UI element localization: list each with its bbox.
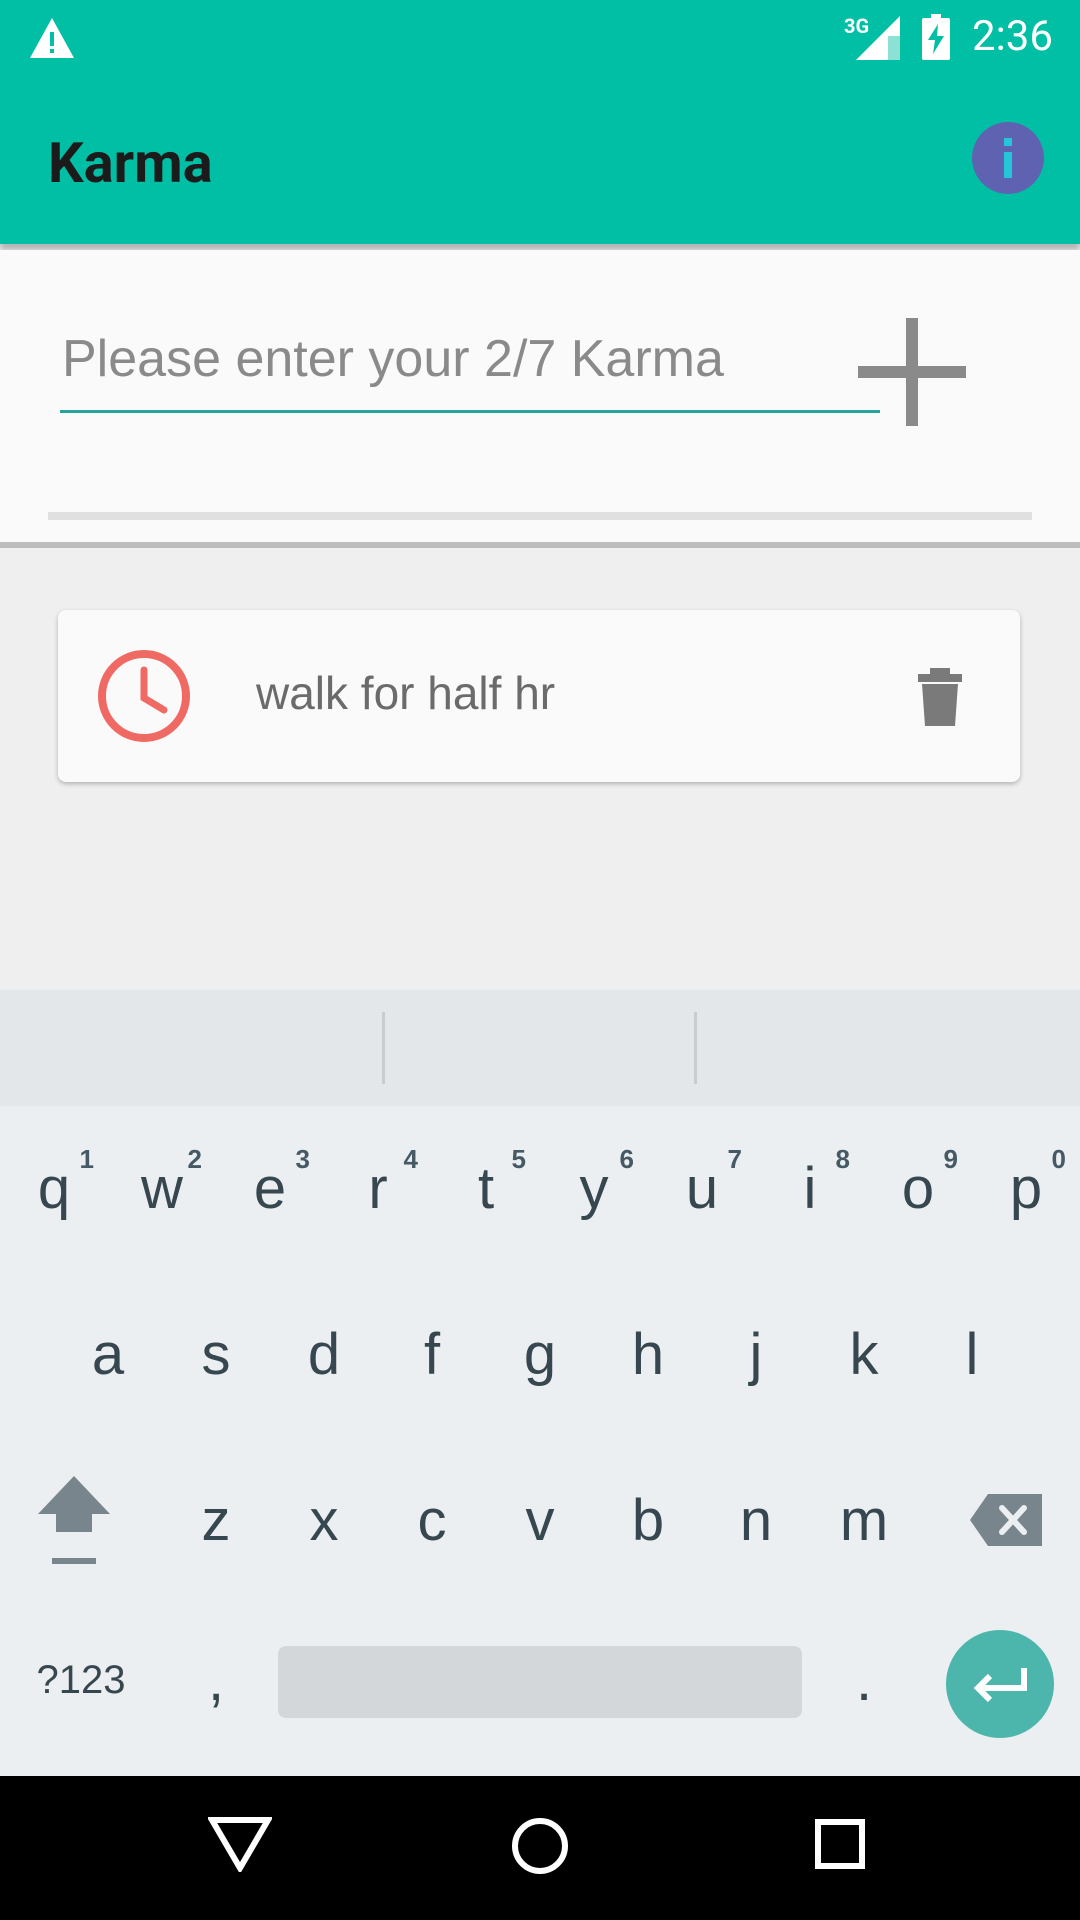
- back-icon[interactable]: [208, 1816, 272, 1872]
- period-key[interactable]: .: [810, 1620, 918, 1740]
- clock-icon: [98, 650, 190, 742]
- key-label: v: [525, 1487, 555, 1553]
- status-bar: 3G 2:36: [0, 0, 1080, 78]
- key-f[interactable]: f: [378, 1294, 486, 1414]
- space-bar[interactable]: [278, 1646, 802, 1718]
- shift-icon: [38, 1476, 110, 1564]
- key-v[interactable]: v: [486, 1460, 594, 1580]
- key-label: u: [685, 1155, 719, 1221]
- key-label: t: [477, 1155, 495, 1221]
- key-x[interactable]: x: [270, 1460, 378, 1580]
- karma-text: walk for half hr: [256, 667, 556, 719]
- key-label: j: [749, 1321, 763, 1387]
- key-w[interactable]: w2: [108, 1128, 216, 1248]
- home-icon[interactable]: [510, 1816, 570, 1876]
- navigation-bar: [0, 1776, 1080, 1920]
- key-hint: 2: [187, 1144, 202, 1174]
- key-t[interactable]: t5: [432, 1128, 540, 1248]
- key-c[interactable]: c: [378, 1460, 486, 1580]
- key-q[interactable]: q1: [0, 1128, 108, 1248]
- info-button[interactable]: [972, 122, 1044, 194]
- divider: [48, 512, 1032, 520]
- key-hint: 7: [727, 1144, 742, 1174]
- shift-key[interactable]: [20, 1460, 128, 1580]
- key-label: ?123: [36, 1657, 126, 1702]
- key-g[interactable]: g: [486, 1294, 594, 1414]
- key-label: b: [631, 1487, 665, 1553]
- key-label: m: [839, 1487, 889, 1553]
- key-label: i: [803, 1155, 817, 1221]
- key-b[interactable]: b: [594, 1460, 702, 1580]
- key-p[interactable]: p0: [972, 1128, 1080, 1248]
- key-z[interactable]: z: [162, 1460, 270, 1580]
- key-m[interactable]: m: [810, 1460, 918, 1580]
- key-label: l: [965, 1321, 979, 1387]
- comma-key[interactable]: ,: [162, 1620, 270, 1740]
- key-h[interactable]: h: [594, 1294, 702, 1414]
- app-bar: Karma: [0, 78, 1080, 244]
- key-hint: 3: [295, 1144, 310, 1174]
- key-label: d: [307, 1321, 341, 1387]
- app-title: Karma: [48, 130, 213, 196]
- suggestion-separator: [694, 1012, 697, 1084]
- key-label: ,: [207, 1647, 225, 1713]
- key-label: q: [37, 1155, 71, 1221]
- key-label: c: [417, 1487, 447, 1553]
- key-label: r: [368, 1155, 388, 1221]
- key-j[interactable]: j: [702, 1294, 810, 1414]
- key-r[interactable]: r4: [324, 1128, 432, 1248]
- key-u[interactable]: u7: [648, 1128, 756, 1248]
- network-type-label: 3G: [844, 14, 870, 38]
- key-label: f: [423, 1321, 441, 1387]
- key-label: o: [901, 1155, 935, 1221]
- key-hint: 0: [1051, 1144, 1066, 1174]
- key-n[interactable]: n: [702, 1460, 810, 1580]
- key-label: z: [201, 1487, 231, 1553]
- delete-icon[interactable]: [916, 668, 964, 726]
- key-hint: 8: [835, 1144, 850, 1174]
- key-s[interactable]: s: [162, 1294, 270, 1414]
- status-time: 2:36: [972, 12, 1053, 61]
- key-label: s: [201, 1321, 231, 1387]
- key-hint: 6: [619, 1144, 634, 1174]
- backspace-key[interactable]: [952, 1460, 1060, 1580]
- key-label: x: [309, 1487, 339, 1553]
- key-label: h: [631, 1321, 665, 1387]
- key-k[interactable]: k: [810, 1294, 918, 1414]
- warning-icon: [30, 18, 74, 58]
- battery-charging-icon: [922, 14, 950, 60]
- key-label: n: [739, 1487, 773, 1553]
- enter-icon: [973, 1668, 1027, 1703]
- key-label: a: [91, 1321, 125, 1387]
- key-hint: 5: [511, 1144, 526, 1174]
- key-label: .: [855, 1647, 873, 1713]
- key-label: y: [579, 1155, 609, 1221]
- backspace-icon: [970, 1494, 1042, 1546]
- add-icon[interactable]: [856, 316, 968, 428]
- key-label: w: [141, 1155, 183, 1221]
- karma-list-item[interactable]: walk for half hr: [58, 610, 1020, 782]
- key-label: k: [849, 1321, 879, 1387]
- key-e[interactable]: e3: [216, 1128, 324, 1248]
- key-label: e: [253, 1155, 287, 1221]
- karma-input[interactable]: [60, 308, 880, 413]
- symbols-key[interactable]: ?123: [26, 1620, 136, 1740]
- key-label: g: [523, 1321, 557, 1387]
- input-panel: [0, 250, 1080, 548]
- key-l[interactable]: l: [918, 1294, 1026, 1414]
- key-hint: 9: [943, 1144, 958, 1174]
- key-i[interactable]: i8: [756, 1128, 864, 1248]
- key-hint: 1: [79, 1144, 94, 1174]
- enter-key[interactable]: [946, 1630, 1054, 1738]
- key-a[interactable]: a: [54, 1294, 162, 1414]
- info-icon: [1004, 138, 1012, 178]
- key-label: p: [1009, 1155, 1043, 1221]
- key-o[interactable]: o9: [864, 1128, 972, 1248]
- recents-icon[interactable]: [814, 1818, 866, 1870]
- key-y[interactable]: y6: [540, 1128, 648, 1248]
- key-d[interactable]: d: [270, 1294, 378, 1414]
- suggestion-separator: [382, 1012, 385, 1084]
- suggestion-strip: [0, 990, 1080, 1106]
- key-hint: 4: [403, 1144, 418, 1174]
